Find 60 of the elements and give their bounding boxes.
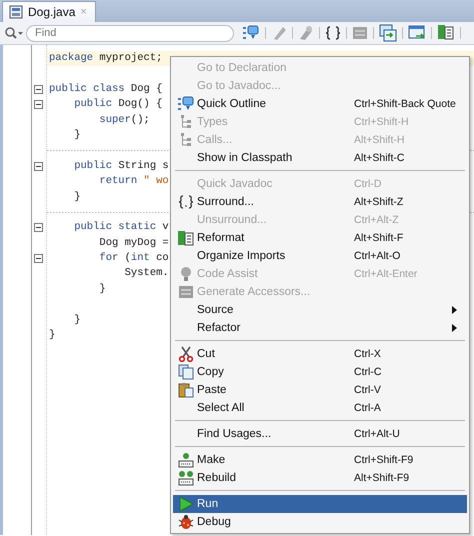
menu-item[interactable]: Show in Classpath Alt+Shift-C xyxy=(173,149,467,167)
braces-icon xyxy=(178,194,194,210)
menu-item[interactable]: Debug xyxy=(173,513,467,531)
copy-icon xyxy=(178,364,194,380)
search-field[interactable]: Find xyxy=(26,24,234,42)
code-line: public String s xyxy=(73,158,169,174)
code-line: for (int co xyxy=(98,251,169,266)
bug-icon xyxy=(178,514,194,530)
menu-item[interactable]: Copy Ctrl-C xyxy=(173,363,467,381)
menu-item[interactable]: Paste Ctrl-V xyxy=(173,381,467,399)
code-line: public class Dog { xyxy=(48,82,162,97)
code-line: } xyxy=(73,312,81,328)
search-icon[interactable] xyxy=(4,26,24,40)
submenu-arrow-icon xyxy=(452,324,457,332)
window-icon[interactable] xyxy=(379,24,397,42)
collapse-icon[interactable] xyxy=(34,254,43,264)
menu-item[interactable]: Source xyxy=(173,301,467,319)
build-icon xyxy=(178,452,194,468)
play-icon xyxy=(178,496,194,512)
menu-item[interactable]: Quick Outline Ctrl+Shift-Back Quote xyxy=(173,95,467,113)
menu-item[interactable]: Run xyxy=(173,495,467,513)
build-icon xyxy=(178,470,194,486)
menu-item[interactable]: Select All Ctrl-A xyxy=(173,399,467,417)
table-icon xyxy=(178,284,194,300)
code-line: } xyxy=(73,128,81,143)
tree-icon xyxy=(178,132,194,148)
lightbulb-icon xyxy=(178,266,194,282)
collapse-icon[interactable] xyxy=(34,223,43,232)
scissors-icon xyxy=(178,346,194,362)
code-line: } xyxy=(73,190,81,205)
menu-item[interactable]: Cut Ctrl-X xyxy=(173,345,467,363)
menu-item[interactable]: Make Ctrl+Shift-F9 xyxy=(173,451,467,469)
tree-icon xyxy=(178,114,194,130)
code-line: System. xyxy=(124,266,169,282)
format-icon[interactable] xyxy=(437,24,455,42)
menu-item[interactable]: Organize Imports Ctrl+Alt-O xyxy=(173,247,467,265)
menu-item[interactable]: Refactor xyxy=(173,319,467,337)
outline-icon[interactable] xyxy=(242,25,260,41)
menu-item[interactable]: Surround... Alt+Shift-Z xyxy=(173,193,467,211)
menu-item[interactable]: Find Usages... Ctrl+Alt-U xyxy=(173,425,467,443)
braces-icon[interactable] xyxy=(325,25,341,41)
code-line: } xyxy=(48,328,56,344)
collapse-icon[interactable] xyxy=(34,84,43,94)
file-icon xyxy=(9,5,23,19)
code-line: Dog myDog = xyxy=(98,236,169,251)
outline-icon xyxy=(178,96,194,112)
paste-icon xyxy=(178,382,194,398)
code-line: public static v xyxy=(73,220,169,236)
collapse-icon[interactable] xyxy=(34,162,43,171)
code-line: package myproject; xyxy=(48,51,162,66)
collapse-icon[interactable] xyxy=(34,100,43,110)
code-line: } xyxy=(98,282,106,297)
code-line: return " wo xyxy=(98,174,169,190)
editor-tab[interactable]: Dog.java × xyxy=(2,1,96,22)
menu-item[interactable]: Reformat Alt+Shift-F xyxy=(173,229,467,247)
submenu-arrow-icon xyxy=(452,306,457,314)
menu-item[interactable]: Rebuild Alt+Shift-F9 xyxy=(173,469,467,487)
format-icon xyxy=(178,230,194,246)
code-line: super(); xyxy=(98,112,150,128)
code-line: public Dog() { xyxy=(73,97,162,112)
